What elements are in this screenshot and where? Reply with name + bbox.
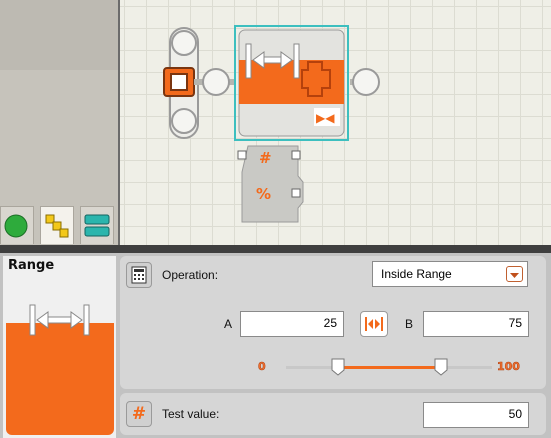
block-diagram: ▶◀ # %: [163, 25, 380, 223]
b-label: B: [405, 317, 414, 331]
program-canvas[interactable]: ▶◀ # %: [118, 0, 551, 245]
green-circle-icon: [4, 214, 28, 238]
beam-port-top[interactable]: [171, 30, 197, 56]
operation-label: Operation:: [162, 268, 219, 282]
slider-max-label: 100: [497, 360, 520, 374]
hash-icon: #: [259, 149, 272, 167]
slider-thumb-icon: [331, 358, 344, 376]
palette-tab-complete[interactable]: [40, 206, 74, 244]
palette-tab-custom[interactable]: [80, 206, 114, 244]
palette-tab-common[interactable]: [0, 206, 34, 244]
logic-icon: %: [256, 185, 271, 203]
custom-palette-icon: [84, 214, 110, 237]
a-label: A: [224, 317, 233, 331]
chevron-down-icon[interactable]: [506, 266, 523, 282]
range-icon: [29, 304, 90, 336]
test-value-input[interactable]: 50: [423, 402, 529, 428]
slider-min-label: 0: [258, 360, 266, 374]
block-title: Range: [8, 258, 55, 273]
beam-port-bottom[interactable]: [171, 108, 197, 134]
b-input[interactable]: 75: [423, 311, 529, 337]
palette-header: [0, 0, 118, 70]
slider-thumb-icon: [434, 358, 447, 376]
start-icon: [170, 73, 188, 91]
operation-dropdown[interactable]: Inside Range: [372, 261, 528, 287]
wire-connector[interactable]: [202, 68, 230, 96]
slider-thumb-low[interactable]: [331, 358, 345, 376]
block-preview: [6, 293, 114, 435]
slider-thumb-high[interactable]: [434, 358, 448, 376]
range-slider-fill: [337, 366, 441, 369]
hash-icon: #: [126, 401, 152, 427]
calculator-icon: [126, 262, 152, 288]
swap-icon[interactable]: [360, 311, 388, 337]
operation-value: Inside Range: [381, 267, 452, 281]
a-input[interactable]: 25: [240, 311, 344, 337]
output-connector[interactable]: [352, 68, 380, 96]
range-block-body: [239, 60, 344, 104]
svg-text:▶◀: ▶◀: [316, 111, 335, 125]
complete-palette-icon: [45, 214, 69, 238]
panel-separator: [0, 245, 551, 253]
test-value-label: Test value:: [162, 407, 220, 421]
